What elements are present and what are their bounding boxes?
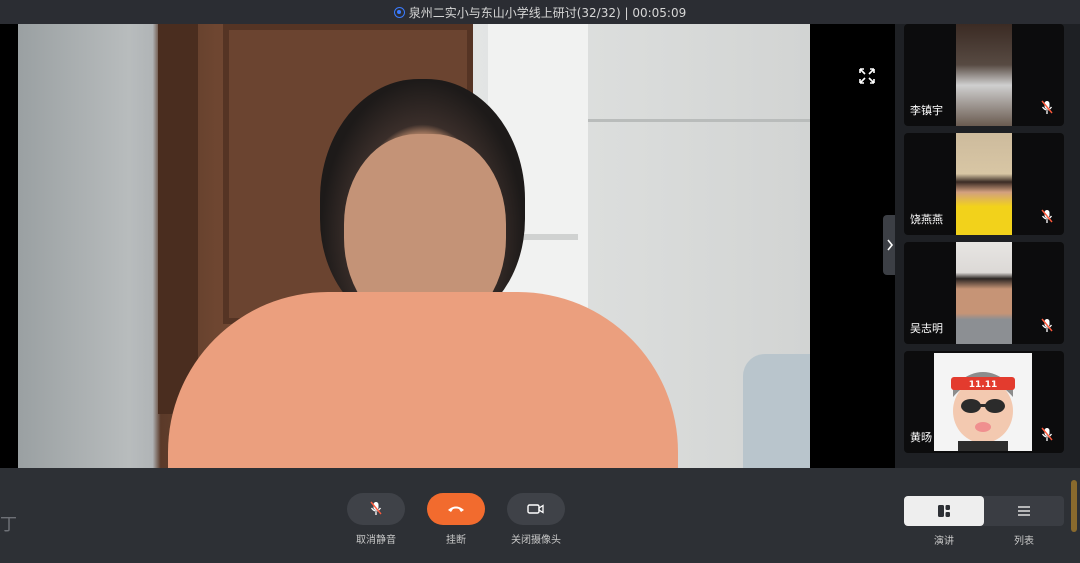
speaker-view-label: 演讲 [934, 536, 954, 547]
speaker-view-button[interactable] [904, 496, 984, 526]
hangup-button[interactable]: 挂断 [421, 493, 491, 546]
participant-name: 吴志明 [910, 322, 943, 335]
partial-label: 丁 [0, 515, 17, 535]
microphone-icon [1041, 318, 1053, 332]
participant-tile[interactable]: 李镇宇 [904, 24, 1064, 126]
door-panel [158, 24, 198, 414]
unmute-label: 取消静音 [356, 535, 396, 546]
participant-name: 饶燕燕 [910, 213, 943, 226]
camera-button-pill[interactable] [507, 493, 565, 525]
fullscreen-icon[interactable] [858, 67, 876, 85]
speaker-view-icon [938, 505, 950, 517]
microphone-icon [370, 501, 382, 515]
camera-toggle-button[interactable]: 关闭摄像头 [501, 493, 571, 546]
pillow [743, 354, 810, 468]
list-view-icon [1018, 506, 1030, 516]
list-view-label: 列表 [1014, 536, 1034, 547]
participant-panel: 李镇宇 饶燕燕 吴志明 11.11 黄旸 [895, 24, 1080, 468]
main-video-feed [18, 24, 810, 468]
participant-tile[interactable]: 吴志明 [904, 242, 1064, 344]
participant-video [956, 242, 1012, 344]
participant-tile[interactable]: 11.11 黄旸 [904, 351, 1064, 453]
microphone-icon [1041, 427, 1053, 441]
avatar-badge: 11.11 [969, 380, 997, 390]
hangup-icon [448, 506, 464, 512]
participant-video [956, 24, 1012, 126]
title-bar: 泉州二实小与东山小学线上研讨(32/32) | 00:05:09 [0, 0, 1080, 24]
scrollbar[interactable] [1071, 480, 1077, 532]
shield-icon [393, 6, 405, 18]
chevron-right-icon [887, 239, 894, 251]
camera-label: 关闭摄像头 [511, 535, 561, 546]
view-toggle [904, 496, 1064, 526]
hangup-button-pill[interactable] [427, 493, 485, 525]
participant-name: 黄旸 [910, 431, 932, 444]
speaker-body [168, 292, 678, 468]
camera-icon [527, 504, 544, 514]
unmute-button[interactable]: 取消静音 [341, 493, 411, 546]
participant-video [956, 133, 1012, 235]
participant-name: 李镇宇 [910, 104, 943, 117]
wardrobe-edge [588, 119, 810, 122]
microphone-icon [1041, 209, 1053, 223]
avatar: 11.11 [934, 353, 1032, 451]
microphone-icon [1041, 100, 1053, 114]
hangup-label: 挂断 [446, 535, 466, 546]
list-view-button[interactable] [984, 496, 1064, 526]
meeting-title: 泉州二实小与东山小学线上研讨(32/32) | 00:05:09 [408, 5, 687, 20]
main-video[interactable] [0, 24, 895, 468]
participant-tile[interactable]: 饶燕燕 [904, 133, 1064, 235]
unmute-button-pill[interactable] [347, 493, 405, 525]
